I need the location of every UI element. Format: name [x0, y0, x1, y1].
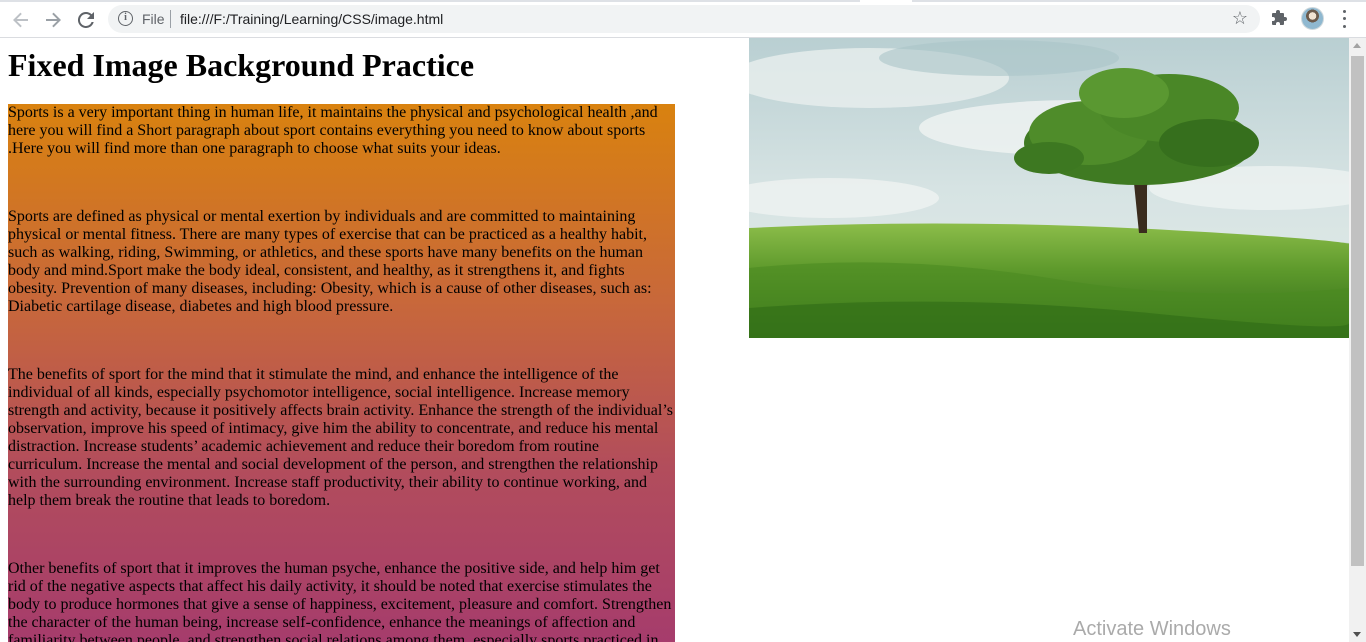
paragraph-other-benefits: Other benefits of sport that it improves… — [8, 560, 672, 642]
page-title: Fixed Image Background Practice — [8, 47, 475, 83]
reload-button[interactable] — [73, 7, 99, 33]
page-viewport: Fixed Image Background Practice Sports i… — [0, 38, 1349, 642]
windows-activation-watermark: Activate Windows — [1073, 618, 1231, 640]
paragraph-definition: Sports are defined as physical or mental… — [8, 208, 652, 315]
puzzle-icon[interactable] — [1270, 9, 1288, 27]
reload-icon — [78, 12, 94, 28]
back-button[interactable] — [8, 7, 34, 33]
scrollbar-thumb[interactable] — [1351, 56, 1364, 566]
forward-button[interactable] — [40, 7, 66, 33]
avatar[interactable] — [1301, 7, 1324, 30]
star-icon[interactable]: ☆ — [1232, 8, 1248, 29]
paragraph-mind-benefits: The benefits of sport for the mind that … — [8, 366, 673, 509]
gradient-content-block: Sports is a very important thing in huma… — [8, 104, 675, 642]
omnibox-separator — [170, 10, 171, 28]
address-bar[interactable]: i File file:///F:/Training/Learning/CSS/… — [108, 5, 1260, 33]
tab-strip-edge — [912, 0, 1366, 2]
paragraph-intro: Sports is a very important thing in huma… — [8, 104, 658, 157]
scroll-up-icon[interactable] — [1353, 43, 1361, 48]
tree-in-green-field-image — [749, 38, 1349, 338]
arrow-left-icon — [13, 12, 28, 28]
info-icon[interactable]: i — [118, 11, 133, 26]
scroll-down-icon[interactable] — [1353, 632, 1361, 637]
vertical-scrollbar[interactable] — [1349, 38, 1366, 642]
tab-strip-edge — [0, 0, 860, 2]
url-text[interactable]: file:///F:/Training/Learning/CSS/image.h… — [180, 11, 443, 27]
arrow-right-icon — [46, 12, 61, 28]
site-security-label: File — [142, 11, 165, 27]
kebab-menu-icon[interactable] — [1335, 8, 1353, 30]
browser-toolbar: i File file:///F:/Training/Learning/CSS/… — [0, 0, 1366, 38]
